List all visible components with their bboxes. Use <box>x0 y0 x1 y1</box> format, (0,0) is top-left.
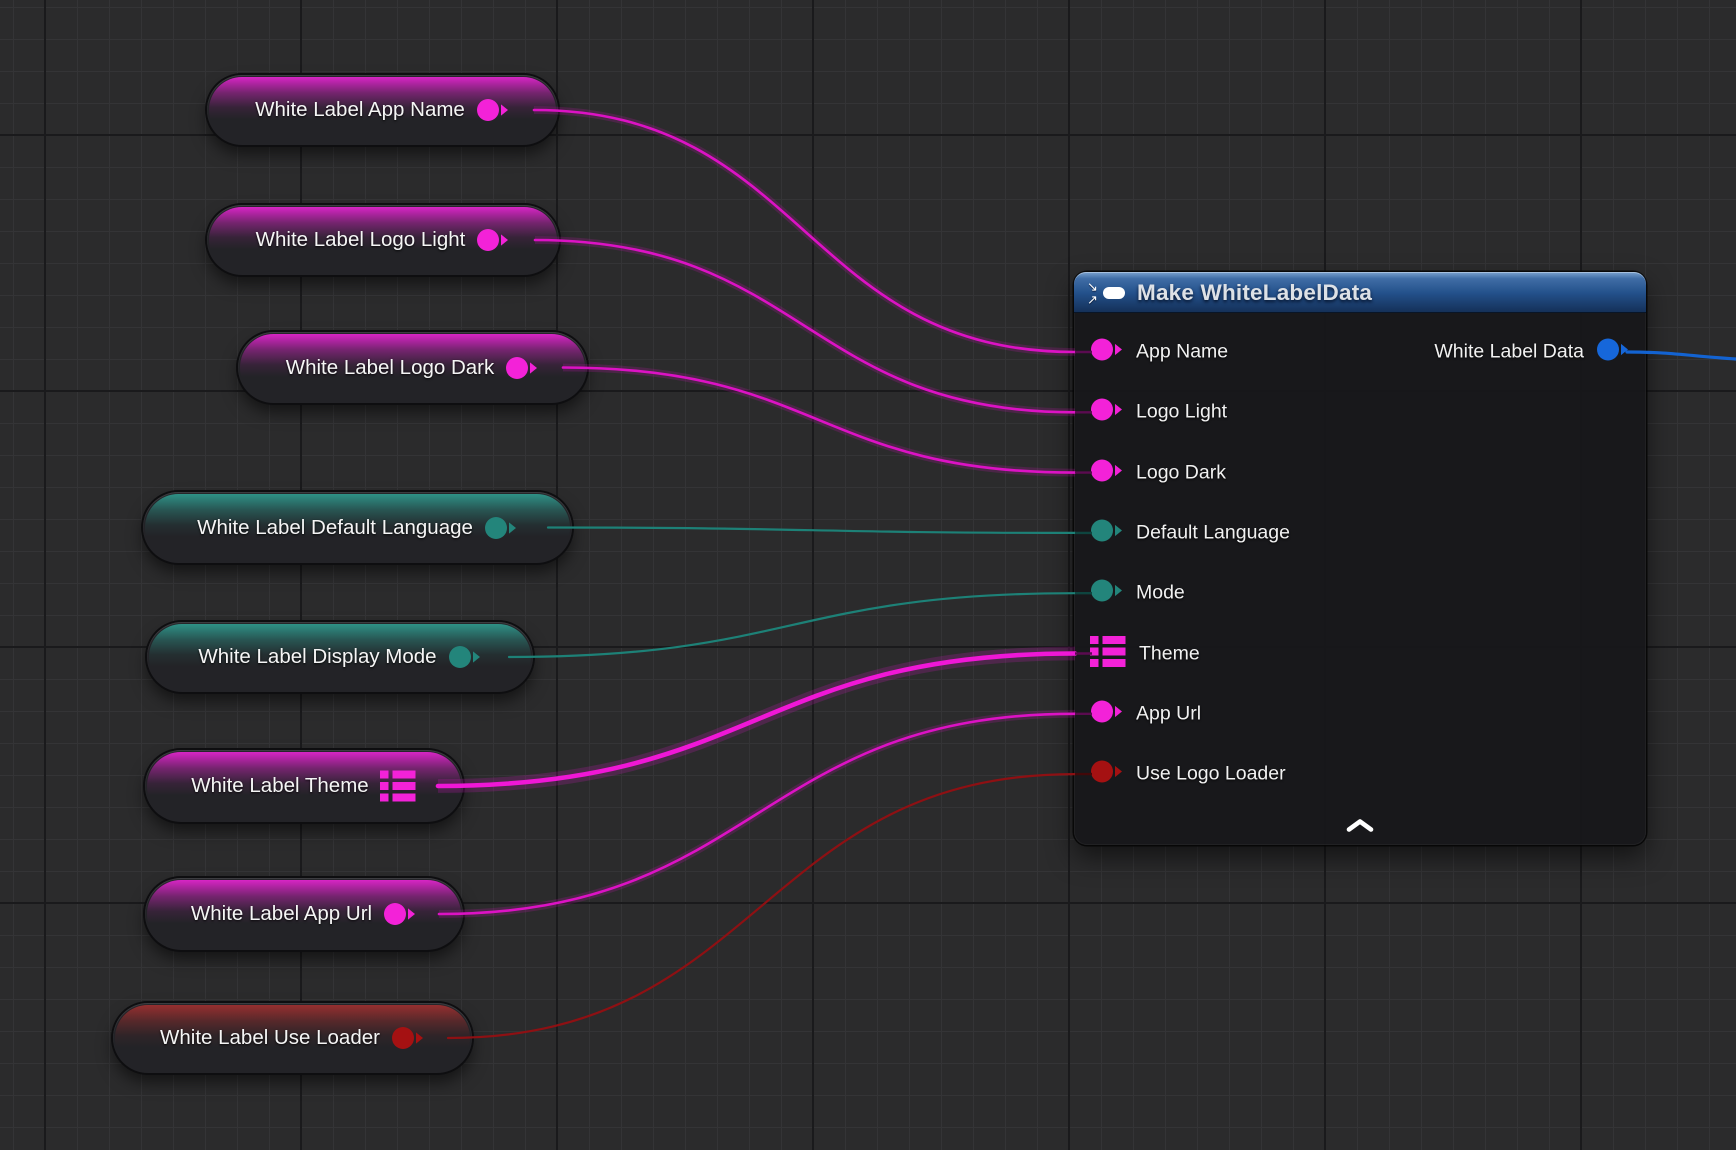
collapse-node-button[interactable] <box>1336 815 1384 839</box>
pin-circle-icon <box>1596 337 1630 363</box>
wire-theme[interactable] <box>438 654 1075 787</box>
wire-default-language[interactable] <box>548 528 1075 533</box>
pin-circle-icon <box>476 97 510 123</box>
pin-circle-icon <box>1090 759 1124 785</box>
pin-circle-icon <box>1090 337 1124 363</box>
output-pin-label: White Label Data <box>1434 341 1584 364</box>
input-pin-label: Default Language <box>1136 521 1290 544</box>
input-pin-label: Logo Light <box>1136 401 1227 424</box>
make-whitelabeldata-node[interactable]: ↘↗ Make WhiteLabelData App Name Logo Lig… <box>1074 272 1646 845</box>
make-struct-icon: ↘↗ <box>1086 280 1126 306</box>
output-pin[interactable] <box>476 227 510 253</box>
input-pin-label: App Url <box>1136 702 1201 725</box>
variable-getter-node-white-label-display-mode[interactable]: White Label Display Mode <box>147 622 533 692</box>
output-pin[interactable] <box>380 770 417 802</box>
output-pin[interactable] <box>1596 337 1630 368</box>
getter-label: White Label Logo Light <box>256 228 466 252</box>
pin-circle-icon <box>1090 517 1124 543</box>
pin-circle-icon <box>383 901 417 927</box>
input-pin-row-logo-dark: Logo Dark <box>1090 457 1226 488</box>
input-pin-row-logo-light: Logo Light <box>1090 397 1227 428</box>
pin-circle-icon <box>476 227 510 253</box>
pin-circle-icon <box>505 355 539 381</box>
input-pin[interactable] <box>1090 397 1124 428</box>
variable-getter-node-white-label-use-loader[interactable]: White Label Use Loader <box>113 1003 472 1073</box>
pin-circle-icon <box>484 515 518 541</box>
input-pin[interactable] <box>1090 759 1124 790</box>
wire-logo-dark[interactable] <box>563 368 1075 473</box>
output-pin[interactable] <box>505 355 539 381</box>
wire-logo-light[interactable] <box>535 240 1075 412</box>
input-pin-label: Logo Dark <box>1136 461 1226 484</box>
output-pin[interactable] <box>484 515 518 541</box>
input-pin-row-mode: Mode <box>1090 578 1185 609</box>
blueprint-graph-canvas[interactable]: White Label App Name White Label Logo Li… <box>0 0 1736 1150</box>
node-header[interactable]: ↘↗ Make WhiteLabelData <box>1074 272 1646 313</box>
input-pin-row-default-language: Default Language <box>1090 517 1290 548</box>
output-pin-row: White Label Data <box>1434 337 1630 368</box>
variable-getter-node-white-label-app-url[interactable]: White Label App Url <box>145 878 463 950</box>
pin-struct-icon <box>1090 635 1127 667</box>
pin-struct-icon <box>380 770 417 802</box>
getter-label: White Label App Name <box>255 98 465 122</box>
getter-label: White Label App Url <box>191 902 372 926</box>
wire-mode[interactable] <box>509 593 1075 657</box>
getter-label: White Label Default Language <box>197 516 473 540</box>
input-pin[interactable] <box>1090 457 1124 488</box>
node-title: Make WhiteLabelData <box>1137 280 1372 306</box>
wire-app-name[interactable] <box>534 110 1075 352</box>
variable-getter-node-white-label-theme[interactable]: White Label Theme <box>145 750 463 822</box>
output-pin[interactable] <box>448 644 482 670</box>
variable-getter-node-white-label-logo-dark[interactable]: White Label Logo Dark <box>238 332 587 403</box>
input-pin-label: Theme <box>1139 642 1200 665</box>
getter-label: White Label Use Loader <box>160 1026 380 1050</box>
input-pin[interactable] <box>1090 337 1124 368</box>
wire-glow <box>535 240 1075 412</box>
pin-circle-icon <box>1090 457 1124 483</box>
input-pin[interactable] <box>1090 635 1127 672</box>
input-pin[interactable] <box>1090 517 1124 548</box>
output-pin[interactable] <box>383 901 417 927</box>
output-pin[interactable] <box>476 97 510 123</box>
input-pin[interactable] <box>1090 698 1124 729</box>
wire-glow <box>563 368 1075 473</box>
wire-glow <box>438 654 1075 787</box>
input-pin-row-use-logo-loader: Use Logo Loader <box>1090 759 1286 790</box>
pin-circle-icon <box>1090 698 1124 724</box>
variable-getter-node-white-label-app-name[interactable]: White Label App Name <box>207 75 558 145</box>
input-pin-row-app-name: App Name <box>1090 337 1228 368</box>
variable-getter-node-white-label-logo-light[interactable]: White Label Logo Light <box>207 205 559 275</box>
input-pin-row-theme: Theme <box>1090 635 1200 672</box>
input-pin[interactable] <box>1090 578 1124 609</box>
wire-glow <box>534 110 1075 352</box>
getter-label: White Label Logo Dark <box>286 356 495 380</box>
output-pin[interactable] <box>391 1025 425 1051</box>
variable-getter-node-white-label-default-language[interactable]: White Label Default Language <box>143 492 572 563</box>
input-pin-row-app-url: App Url <box>1090 698 1201 729</box>
input-pin-label: Mode <box>1136 582 1185 605</box>
getter-label: White Label Display Mode <box>198 645 436 669</box>
pin-circle-icon <box>1090 397 1124 423</box>
pin-circle-icon <box>1090 578 1124 604</box>
input-pin-label: Use Logo Loader <box>1136 763 1286 786</box>
chevron-up-icon <box>1346 819 1374 832</box>
pin-circle-icon <box>448 644 482 670</box>
wire-app-url[interactable] <box>439 714 1075 914</box>
input-pin-label: App Name <box>1136 341 1228 364</box>
pin-circle-icon <box>391 1025 425 1051</box>
wire-glow <box>439 714 1075 914</box>
getter-label: White Label Theme <box>191 774 368 798</box>
wire-use-logo-loader[interactable] <box>448 774 1075 1038</box>
